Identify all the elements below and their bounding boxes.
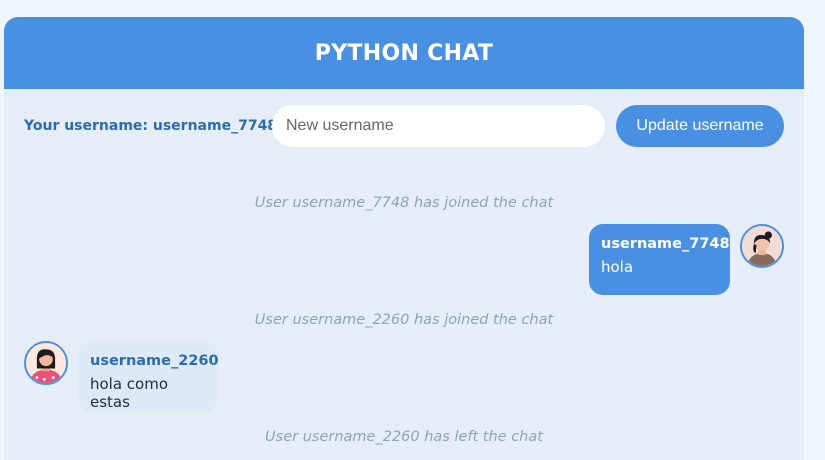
system-message: User username_7748 has joined the chat (254, 195, 554, 211)
update-username-button[interactable]: Update username (616, 105, 784, 147)
username-bar: Your username: username_7748 Update user… (4, 105, 804, 147)
message-text: hola (601, 258, 634, 276)
system-message: User username_2260 has joined the chat (254, 312, 554, 328)
chat-title: PYTHON CHAT (314, 40, 494, 66)
message-sender: username_2260 (90, 353, 219, 369)
woman-avatar-icon (26, 343, 66, 383)
message-text: hola como estas (90, 375, 169, 411)
woman-avatar-icon (742, 226, 782, 266)
chat-header: PYTHON CHAT (4, 17, 804, 89)
message-sender: username_7748 (601, 236, 730, 252)
system-message: User username_2260 has left the chat (265, 429, 543, 445)
current-username-label: Your username: username_7748 (24, 118, 278, 134)
incoming-message-bubble: username_2260 hola como estas (78, 341, 219, 412)
outgoing-message-bubble: username_7748 hola (589, 224, 730, 295)
avatar-icon (740, 224, 784, 268)
chat-window: PYTHON CHAT Your username: username_7748… (4, 17, 804, 460)
new-username-input[interactable] (272, 105, 605, 147)
avatar-icon (24, 341, 68, 385)
